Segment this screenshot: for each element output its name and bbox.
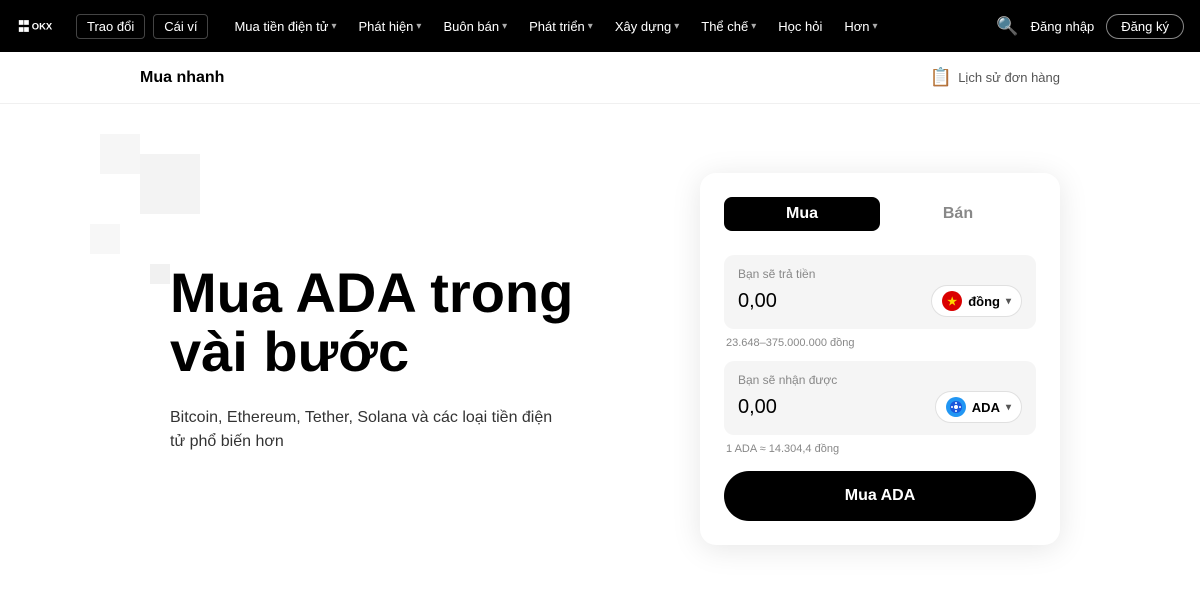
search-icon[interactable]: 🔍 (996, 16, 1018, 37)
nav-item-build[interactable]: Xây dựng ▾ (605, 13, 689, 40)
pay-input-group: Bạn sẽ trả tiền 0,00 ★ đồng ▾ (724, 255, 1036, 329)
navbar: OKX Trao đổi Cái ví Mua tiền điện tử ▾ P… (0, 0, 1200, 52)
hero-heading-line2: vài bước (170, 320, 409, 383)
trade-card-tabs: Mua Bán (724, 197, 1036, 231)
chevron-down-icon: ▾ (331, 21, 336, 32)
range-text: 23.648–375.000.000 đồng (724, 337, 1036, 349)
pay-input-row: 0,00 ★ đồng ▾ (738, 285, 1022, 317)
register-button[interactable]: Đăng ký (1106, 14, 1184, 39)
exchange-rate-text: 1 ADA ≈ 14.304,4 đồng (724, 443, 1036, 455)
nav-items: Mua tiền điện tử ▾ Phát hiện ▾ Buôn bán … (224, 13, 988, 40)
pay-value[interactable]: 0,00 (738, 290, 777, 313)
chevron-down-icon: ▾ (416, 21, 421, 32)
chevron-down-icon: ▾ (751, 21, 756, 32)
pay-label: Bạn sẽ trả tiền (738, 267, 1022, 281)
logo[interactable]: OKX (16, 16, 64, 36)
receive-label: Bạn sẽ nhận được (738, 373, 1022, 387)
order-history-link[interactable]: 📋 Lịch sử đơn hàng (930, 67, 1060, 88)
svg-text:OKX: OKX (32, 21, 53, 32)
main-content: Mua ADA trong vài bước Bitcoin, Ethereum… (0, 104, 1200, 614)
chevron-down-icon: ▾ (502, 21, 507, 32)
deco-square-3 (90, 224, 120, 254)
nav-right: 🔍 Đăng nhập Đăng ký (996, 14, 1184, 39)
login-link[interactable]: Đăng nhập (1031, 19, 1095, 34)
page-title: Mua nhanh (140, 69, 224, 87)
receive-currency-selector[interactable]: ADA ▾ (935, 391, 1022, 423)
trade-card: Mua Bán Bạn sẽ trả tiền 0,00 ★ đồng ▾ 23… (700, 173, 1060, 545)
pay-currency-selector[interactable]: ★ đồng ▾ (931, 285, 1022, 317)
chevron-down-icon: ▾ (674, 21, 679, 32)
star-icon: ★ (947, 295, 957, 308)
nav-item-more[interactable]: Hơn ▾ (834, 13, 887, 40)
order-history-icon: 📋 (930, 67, 952, 88)
nav-item-learn[interactable]: Học hỏi (768, 13, 832, 40)
vnd-flag-icon: ★ (942, 291, 962, 311)
receive-value[interactable]: 0,00 (738, 396, 777, 419)
order-history-label: Lịch sử đơn hàng (958, 70, 1060, 85)
receive-currency-label: ADA (972, 400, 1000, 415)
tab-buy[interactable]: Mua (724, 197, 880, 231)
ada-icon (946, 397, 966, 417)
nav-item-develop[interactable]: Phát triển ▾ (519, 13, 603, 40)
subheader: Mua nhanh 📋 Lịch sử đơn hàng (0, 52, 1200, 104)
chevron-down-icon: ▾ (873, 21, 878, 32)
wallet-button[interactable]: Cái ví (153, 14, 208, 39)
receive-input-row: 0,00 ADA ▾ (738, 391, 1022, 423)
hero-subtext: Bitcoin, Ethereum, Tether, Solana và các… (170, 406, 570, 454)
deco-square-1 (140, 154, 200, 214)
pay-currency-label: đồng (968, 294, 1000, 309)
receive-input-group: Bạn sẽ nhận được 0,00 ADA (724, 361, 1036, 435)
nav-item-trade[interactable]: Buôn bán ▾ (433, 13, 517, 40)
exchange-button[interactable]: Trao đổi (76, 14, 145, 39)
nav-item-discover[interactable]: Phát hiện ▾ (348, 13, 431, 40)
tab-sell[interactable]: Bán (880, 197, 1036, 231)
hero-heading-line1: Mua ADA trong (170, 261, 573, 324)
nav-item-institution[interactable]: Thể chế ▾ (691, 13, 766, 40)
chevron-down-icon: ▾ (1006, 402, 1011, 413)
deco-square-2 (100, 134, 140, 174)
hero-heading: Mua ADA trong vài bước (170, 264, 640, 382)
nav-item-buy[interactable]: Mua tiền điện tử ▾ (224, 13, 346, 40)
chevron-down-icon: ▾ (1006, 296, 1011, 307)
buy-ada-button[interactable]: Mua ADA (724, 471, 1036, 521)
chevron-down-icon: ▾ (588, 21, 593, 32)
hero-section: Mua ADA trong vài bước Bitcoin, Ethereum… (140, 264, 640, 454)
